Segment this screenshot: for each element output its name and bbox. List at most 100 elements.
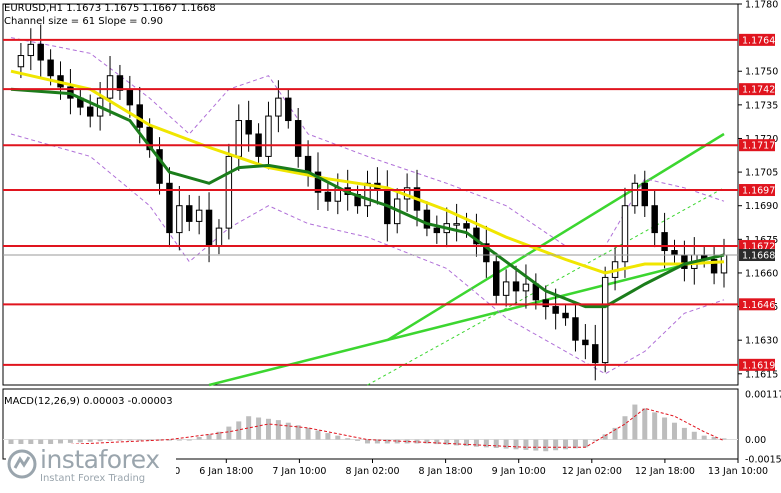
candle-body (631, 182, 639, 207)
candle-body (195, 209, 203, 222)
candle-body (136, 104, 143, 128)
time-axis-label: 9 Jan 10:00 (492, 466, 546, 477)
candle-body (661, 232, 668, 252)
macd-bar (196, 436, 202, 440)
price-axis-label: 1.1705 (745, 168, 778, 179)
watermark-name: instaforex (40, 445, 160, 474)
macd-bar (493, 439, 499, 448)
macd-bar (513, 439, 519, 450)
candle-body (433, 227, 441, 234)
candle-body (106, 75, 114, 99)
macd-bar (483, 439, 489, 448)
price-chart: 1.17801.17501.17351.17201.17051.16901.16… (2, 0, 781, 477)
candle-body (37, 43, 44, 61)
candle-body (552, 306, 559, 314)
macd-axis-label: 0.00 (745, 435, 766, 446)
macd-bar (632, 404, 638, 440)
price-axis-label: 1.1690 (745, 201, 778, 212)
macd-bar (642, 408, 648, 440)
candle-body (601, 276, 609, 364)
candle-body (463, 223, 470, 229)
price-axis-label: 1.1780 (745, 0, 778, 11)
time-axis-label: 7 Jan 10:00 (272, 466, 326, 477)
watermark-tagline: Instant Forex Trading (40, 473, 146, 484)
symbol-header: EURUSD,H1 1.1673 1.1675 1.1667 1.1668 (4, 3, 216, 14)
candle-body (512, 281, 520, 292)
candle-body (176, 205, 183, 234)
candle-body (582, 339, 589, 346)
candle-body (671, 250, 678, 256)
macd-bar (622, 416, 628, 440)
macd-bar (87, 439, 93, 442)
chart-root: 1.17801.17501.17351.17201.17051.16901.16… (0, 0, 781, 489)
candle-body (493, 261, 500, 296)
macd-bar (186, 439, 192, 441)
candle-body (126, 89, 134, 106)
macd-bar (701, 435, 707, 440)
price-axis-label: 1.1735 (745, 100, 778, 111)
macd-bar (652, 412, 658, 440)
macd-axis-label: -0.00157 (745, 455, 781, 466)
level-label: 1.1697 (742, 186, 775, 197)
macd-bar (127, 439, 133, 441)
candle-body (275, 97, 282, 117)
macd-bar (67, 439, 73, 443)
macd-bar (77, 439, 83, 443)
macd-bar (345, 438, 351, 440)
candle-body (592, 344, 599, 364)
macd-bar (107, 439, 113, 441)
level-label: 1.1717 (742, 141, 775, 152)
level-label: 1.1646 (742, 300, 775, 311)
macd-axis-label: 0.00117 (745, 390, 781, 401)
candle-body (285, 97, 292, 122)
time-axis-label: 8 Jan 18:00 (419, 466, 473, 477)
candle-body (651, 205, 658, 234)
level-label: 1.1764 (742, 35, 775, 46)
candle-body (215, 227, 223, 247)
candles (17, 24, 728, 381)
macd-bar (582, 439, 588, 448)
candle-body (27, 43, 35, 57)
macd-bar (543, 439, 549, 452)
instaforex-logo-icon (7, 449, 37, 479)
candle-body (47, 59, 54, 77)
candle-body (572, 317, 579, 341)
candle-body (364, 182, 371, 207)
macd-bar (137, 439, 143, 441)
candle-body (522, 283, 530, 292)
candle-body (205, 209, 213, 247)
macd-bar (275, 420, 281, 440)
candle-body (17, 55, 25, 68)
macd-bar (58, 439, 64, 444)
candle-body (502, 281, 510, 296)
price-axis-label: 1.1660 (745, 268, 778, 279)
macd-bar (662, 417, 668, 440)
macd-bar (325, 433, 331, 440)
time-axis-label: 12 Jan 02:00 (562, 466, 622, 477)
macd-bar (671, 422, 677, 440)
candle-body (235, 120, 242, 157)
macd-bar (563, 439, 569, 450)
macd-bar (355, 439, 361, 441)
time-axis-label: 8 Jan 02:00 (345, 466, 399, 477)
macd-bar (97, 439, 103, 442)
macd-bar (206, 434, 212, 440)
macd-bar (335, 435, 341, 440)
macd-bar (315, 430, 321, 440)
time-axis-label: 12 Jan 18:00 (635, 466, 695, 477)
time-axis-label: 13 Jan 10:00 (708, 466, 768, 477)
candle-body (720, 254, 728, 274)
macd-bar (176, 439, 182, 441)
macd-bar (285, 422, 291, 440)
macd-bar (454, 439, 460, 446)
channel-info: Channel size = 61 Slope = 0.90 (4, 16, 164, 27)
candle-body (186, 205, 193, 222)
level-label: 1.1742 (742, 85, 775, 96)
candle-body (225, 155, 233, 229)
macd-bar (226, 426, 232, 440)
macd-bar (681, 427, 687, 440)
macd-bar (464, 439, 470, 447)
candle-body (453, 223, 460, 226)
candle-body (245, 120, 252, 135)
macd-bar (533, 439, 539, 451)
